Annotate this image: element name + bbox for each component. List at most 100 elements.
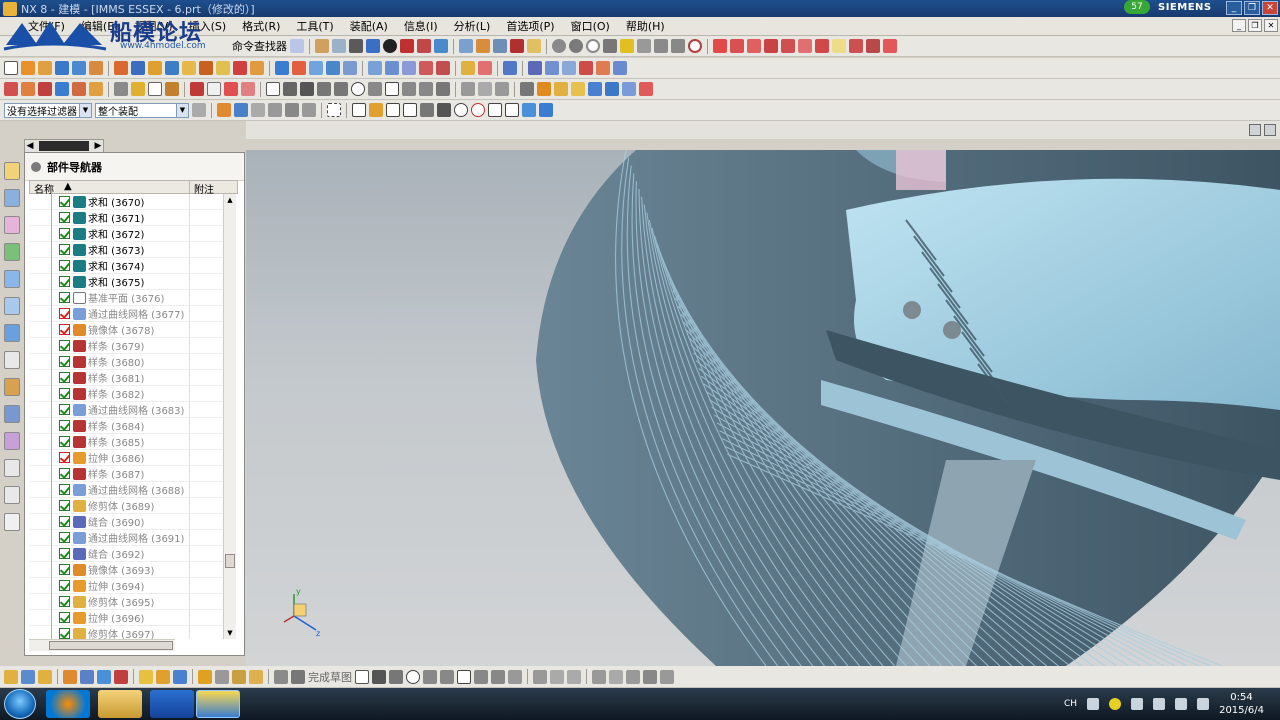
process-studio-tab-icon[interactable] [4,378,20,396]
rect-bottom-icon[interactable] [457,669,471,684]
sketch-task-icon[interactable] [274,669,288,684]
selection-icon[interactable] [290,39,304,53]
no-icon[interactable] [586,39,600,53]
keyboard-icon[interactable] [1087,698,1100,710]
sketch-poly-icon[interactable] [402,82,416,96]
navigator-vertical-scrollbar[interactable]: ▲ ▼ [223,194,236,639]
edge-blend-icon[interactable] [275,61,289,75]
bend-icon[interactable] [579,61,593,75]
trim-icon[interactable] [671,39,685,53]
view-blue-icon[interactable] [588,82,602,96]
select-all-icon[interactable] [217,103,231,117]
visibility-checkbox[interactable] [59,564,70,575]
text-icon[interactable] [832,39,846,53]
feature-tree-row[interactable]: 拉伸 (3696) [29,609,225,626]
visibility-checkbox[interactable] [59,292,70,303]
feature-tree-row[interactable]: 通过曲线网格 (3683) [29,401,225,418]
refresh-icon[interactable] [97,669,111,684]
dim-bottom-icon[interactable] [592,669,606,684]
render-style-icon[interactable] [349,39,363,53]
sphere-icon[interactable] [383,39,397,53]
column-name-header[interactable]: 名称 ▲ [30,181,190,196]
scroll-down-icon[interactable]: ▼ [224,627,236,639]
visibility-checkbox[interactable] [59,484,70,495]
reuse-library-tab-icon[interactable] [4,243,20,261]
visibility-checkbox[interactable] [59,532,70,543]
feature-tree-row[interactable]: 求和 (3673) [29,241,225,258]
datum-plane-icon[interactable] [207,82,221,96]
column-note-header[interactable]: 附注 [190,181,214,196]
chamfer-icon[interactable] [292,61,306,75]
move-component-icon[interactable] [55,82,69,96]
snap-point-icon[interactable] [488,103,502,117]
finish-sketch-label[interactable]: 完成草图 [308,669,352,685]
table-icon[interactable] [520,82,534,96]
ruler-icon[interactable] [510,39,524,53]
sew-icon[interactable] [528,61,542,75]
sketch-tool-icon[interactable] [4,669,18,684]
square-icon[interactable] [603,39,617,53]
snap-toggle-icon[interactable] [352,103,366,117]
group-icon[interactable] [639,82,653,96]
feature-tree-row[interactable]: 求和 (3674) [29,257,225,274]
menu-info[interactable]: 信息(I) [396,18,446,34]
thicken-icon[interactable] [343,61,357,75]
scroll-thumb[interactable] [49,641,173,650]
feature-tree-row[interactable]: 拉伸 (3694) [29,577,225,594]
input-language[interactable]: CH [1064,699,1077,709]
section-icon[interactable] [527,39,541,53]
through-mesh-icon[interactable] [385,61,399,75]
feature-tree-row[interactable]: 镜像体 (3678) [29,321,225,338]
menu-preferences[interactable]: 首选项(P) [498,18,562,34]
snap-control-icon[interactable] [420,103,434,117]
orient-icon[interactable] [139,669,153,684]
join-icon[interactable] [849,39,863,53]
feature-tree-row[interactable]: 样条 (3682) [29,385,225,402]
visibility-checkbox[interactable] [59,388,70,399]
rotate-view-icon[interactable] [21,669,35,684]
sketch-arc-icon[interactable] [334,82,348,96]
pattern-icon[interactable] [72,82,86,96]
sketch-icon[interactable] [4,61,18,75]
constraint-navigator-tab-icon[interactable] [4,189,20,207]
pin-icon[interactable] [31,161,41,172]
ship-hull-model[interactable] [246,150,1280,666]
snap-intersect-icon[interactable] [437,103,451,117]
doc-minimize-button[interactable]: _ [1232,19,1246,32]
dimension-icon[interactable] [461,82,475,96]
snap-on-curve-icon[interactable] [505,103,519,117]
visibility-checkbox[interactable] [59,500,70,511]
subtract-icon[interactable] [131,61,145,75]
zoom-icon[interactable] [80,669,94,684]
blank-tab-icon[interactable] [4,513,20,531]
visibility-checkbox[interactable] [59,548,70,559]
analysis-icon[interactable] [459,39,473,53]
tray-app-icon[interactable] [1131,698,1144,710]
shaded-icon[interactable] [366,39,380,53]
divide-icon[interactable] [866,39,880,53]
emboss-icon[interactable] [613,61,627,75]
cancel-icon[interactable] [688,39,702,53]
feature-tree-row[interactable]: 样条 (3681) [29,369,225,386]
pan-icon[interactable] [63,669,77,684]
fillet-bottom-icon[interactable] [423,669,437,684]
feature-tree-row[interactable]: 求和 (3670) [29,194,225,210]
visibility-checkbox[interactable] [59,436,70,447]
system-scene-tab-icon[interactable] [4,432,20,450]
scroll-thumb[interactable] [225,554,235,568]
assembly-scope-dropdown[interactable]: 整个装配 ▼ [95,102,189,118]
through-curves-icon[interactable] [368,61,382,75]
paint-icon[interactable] [620,39,634,53]
sketch-line-icon[interactable] [317,82,331,96]
constraints-icon[interactable] [478,82,492,96]
layer-settings-icon[interactable] [232,669,246,684]
feature-tree-row[interactable]: 通过曲线网格 (3688) [29,481,225,498]
menu-help[interactable]: 帮助(H) [618,18,673,34]
security-icon[interactable] [1109,698,1122,710]
extract-icon[interactable] [883,39,897,53]
menu-format[interactable]: 格式(R) [234,18,288,34]
feature-tree-row[interactable]: 求和 (3671) [29,209,225,226]
feature-select-icon[interactable] [285,103,299,117]
feature-tree-row[interactable]: 缝合 (3692) [29,545,225,562]
box-grey-icon[interactable] [637,39,651,53]
